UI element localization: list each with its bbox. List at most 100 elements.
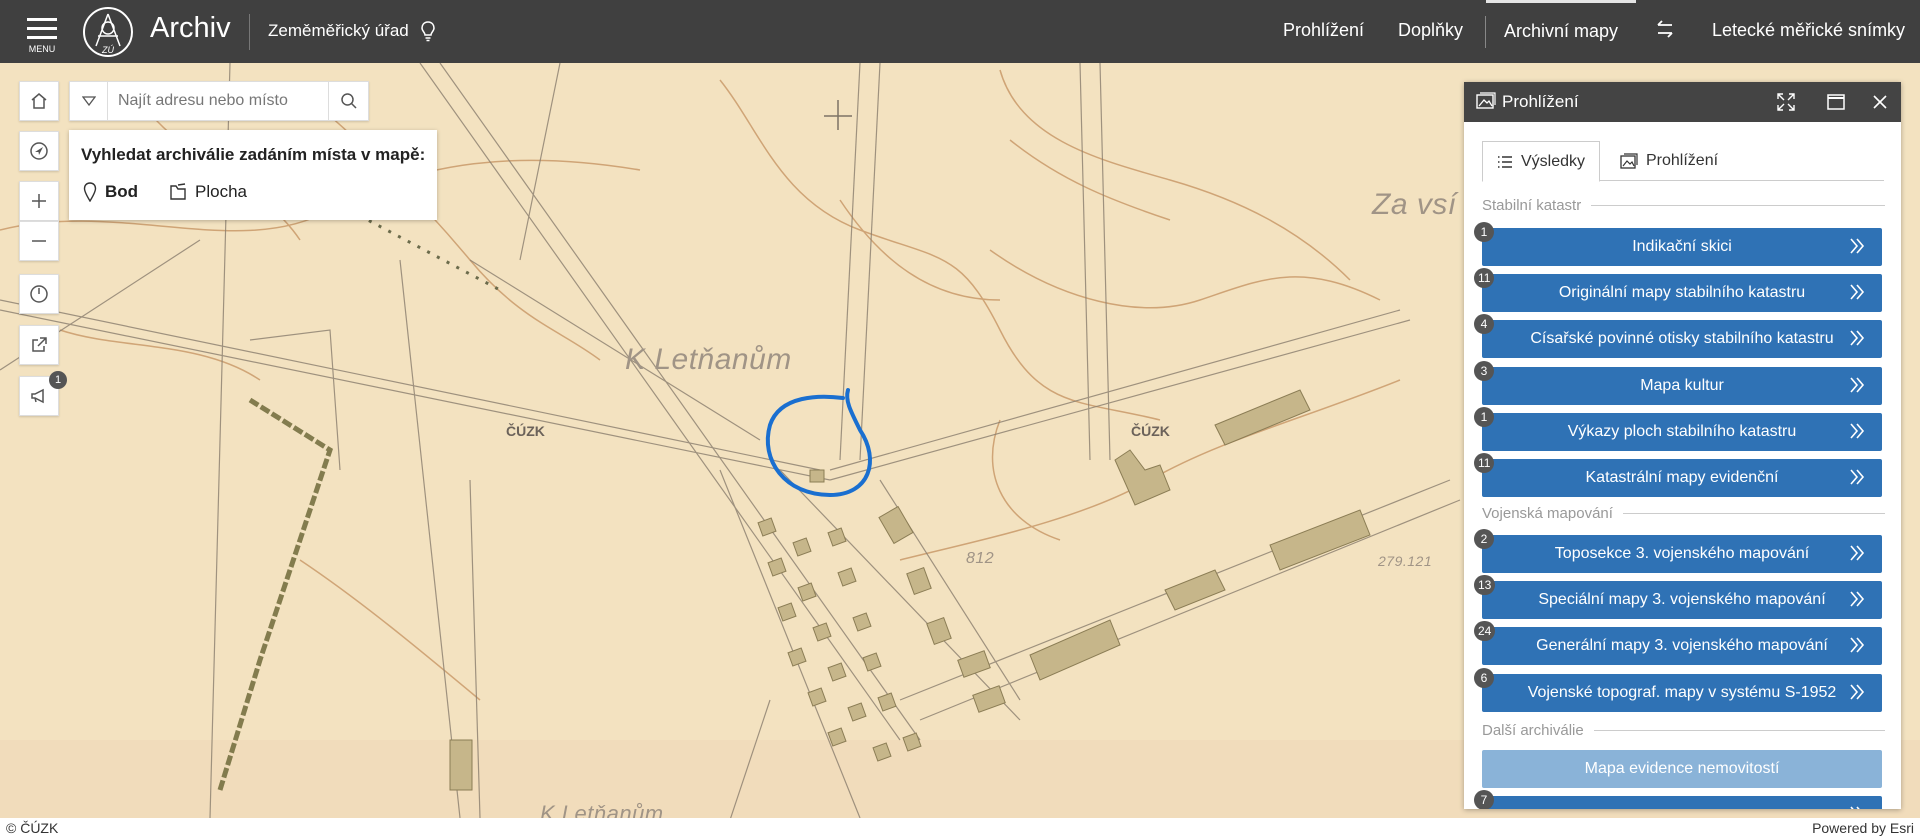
expand-icon (1777, 93, 1795, 111)
results-panel: Prohlížení Výsledky Prohlížení Stabilní … (1464, 82, 1901, 809)
map-label-height-a: 812 (966, 550, 995, 567)
locate-icon (30, 142, 48, 160)
panel-close-button[interactable] (1868, 90, 1892, 114)
tab-label: Výsledky (1521, 152, 1586, 170)
map-pin-icon (83, 182, 97, 202)
section-stabilni-katastr: Stabilní katastr (1482, 197, 1885, 214)
zoom-out-button[interactable] (19, 221, 59, 261)
result-item[interactable]: Generální mapy 3. vojenského mapování (1482, 627, 1882, 665)
result-item[interactable]: Výkazy ploch stabilního katastru (1482, 413, 1882, 451)
history-button[interactable] (19, 274, 59, 314)
polygon-icon (170, 183, 186, 200)
count-badge: 4 (1474, 314, 1494, 334)
map-label-k-letnanum: K Letňanům (625, 343, 792, 376)
result-item[interactable]: Originální mapy stabilního katastru (1482, 274, 1882, 312)
result-item[interactable]: Mapa kultur (1482, 367, 1882, 405)
result-item[interactable]: Vojenské topograf. mapy v systému S-1952 (1482, 674, 1882, 712)
result-item[interactable]: Katastrální mapy evidenční (1482, 459, 1882, 497)
zoom-in-button[interactable] (19, 181, 59, 221)
result-item[interactable]: Indikační skici (1482, 228, 1882, 266)
double-chevron-right-icon (1850, 423, 1865, 439)
map-label-za-vsi: Za vsí (1372, 188, 1457, 221)
locate-button[interactable] (19, 131, 59, 171)
double-chevron-right-icon (1850, 238, 1865, 254)
nav-letecke-snimky[interactable]: Letecké měřické snímky (1712, 0, 1905, 63)
double-chevron-right-icon (1850, 684, 1865, 700)
double-chevron-right-icon (1850, 377, 1865, 393)
result-item[interactable]: Speciální mapy 3. vojenského mapování (1482, 581, 1882, 619)
map-watermark: ČÚZK (506, 423, 545, 439)
map-watermark: ČÚZK (1131, 423, 1170, 439)
double-chevron-right-icon (1850, 330, 1865, 346)
count-badge: 1 (1474, 222, 1494, 242)
double-chevron-right-icon (1850, 469, 1865, 485)
top-bar: MENU ZÚ Archiv Zeměměřický úřad Prohlíže… (0, 0, 1920, 63)
select-area-button[interactable]: Plocha (169, 182, 247, 202)
panel-expand-button[interactable] (1774, 90, 1798, 114)
double-chevron-right-icon (1850, 545, 1865, 561)
menu-button[interactable]: MENU (18, 12, 66, 54)
app-subtitle: Zeměměřický úřad (268, 21, 409, 40)
close-icon (1873, 95, 1887, 109)
panel-title: Prohlížení (1502, 92, 1579, 111)
result-item[interactable] (1482, 796, 1882, 809)
nav-archivni-mapy[interactable]: Archivní mapy (1486, 0, 1636, 63)
count-badge: 13 (1474, 575, 1496, 595)
copyright-text: © ČÚZK (6, 820, 59, 836)
external-link-button[interactable] (19, 325, 59, 365)
count-badge: 3 (1474, 361, 1494, 381)
home-button[interactable] (19, 81, 59, 121)
search-input[interactable] (110, 82, 328, 120)
notification-badge: 1 (49, 371, 67, 389)
map-attribution: © ČÚZK Powered by Esri (0, 818, 1920, 838)
lightbulb-icon[interactable] (420, 20, 436, 42)
section-dalsi-archivalie: Další archiválie (1482, 722, 1885, 739)
count-badge: 24 (1474, 621, 1496, 641)
select-point-button[interactable]: Bod (83, 182, 138, 202)
archive-selection-panel: Vyhledat archiválie zadáním místa v mapě… (69, 130, 437, 220)
result-item[interactable]: Císařské povinné otisky stabilního katas… (1482, 320, 1882, 358)
tab-vysledky[interactable]: Výsledky (1482, 141, 1601, 182)
app-title: Archiv (150, 12, 231, 44)
point-label: Bod (105, 182, 139, 201)
image-icon (1620, 153, 1638, 169)
maximize-icon (1827, 94, 1845, 110)
image-icon (1476, 92, 1496, 109)
count-badge: 2 (1474, 529, 1494, 549)
search-icon (340, 93, 357, 109)
megaphone-icon (31, 388, 44, 404)
search-box (69, 81, 369, 121)
hamburger-icon (27, 18, 57, 21)
search-source-dropdown[interactable] (70, 82, 108, 120)
nav-prohlizeni[interactable]: Prohlížení (1283, 0, 1364, 63)
swap-icon[interactable] (1654, 18, 1676, 40)
zu-logo-icon[interactable]: ZÚ (82, 6, 134, 58)
home-icon (31, 93, 47, 109)
tab-label: Prohlížení (1646, 152, 1719, 169)
map-label-height-b: 279.121 (1378, 553, 1433, 569)
panel-maximize-button[interactable] (1824, 90, 1848, 114)
result-item-disabled[interactable]: Mapa evidence nemovitostí (1482, 750, 1882, 788)
nav-doplnky[interactable]: Doplňky (1398, 0, 1463, 63)
section-vojenska-mapovani: Vojenská mapování (1482, 505, 1885, 522)
powered-by-text[interactable]: Powered by Esri (1812, 820, 1914, 836)
plus-icon (32, 194, 46, 208)
double-chevron-right-icon (1850, 591, 1865, 607)
list-icon (1498, 155, 1512, 168)
panel-header: Prohlížení (1464, 82, 1901, 122)
triangle-down-icon (81, 96, 96, 106)
selection-title: Vyhledat archiválie zadáním místa v mapě… (81, 145, 426, 164)
area-label: Plocha (195, 182, 247, 201)
count-badge: 6 (1474, 668, 1494, 688)
double-chevron-right-icon (1850, 284, 1865, 300)
result-item[interactable]: Toposekce 3. vojenského mapování (1482, 535, 1882, 573)
external-link-icon (32, 337, 47, 352)
title-divider (249, 14, 250, 50)
clock-icon (30, 285, 48, 303)
menu-label: MENU (28, 44, 56, 54)
double-chevron-right-icon (1850, 637, 1865, 653)
minus-icon (32, 240, 46, 242)
tab-prohlizeni[interactable]: Prohlížení (1606, 141, 1732, 181)
search-button[interactable] (328, 82, 368, 120)
count-badge: 1 (1474, 407, 1494, 427)
